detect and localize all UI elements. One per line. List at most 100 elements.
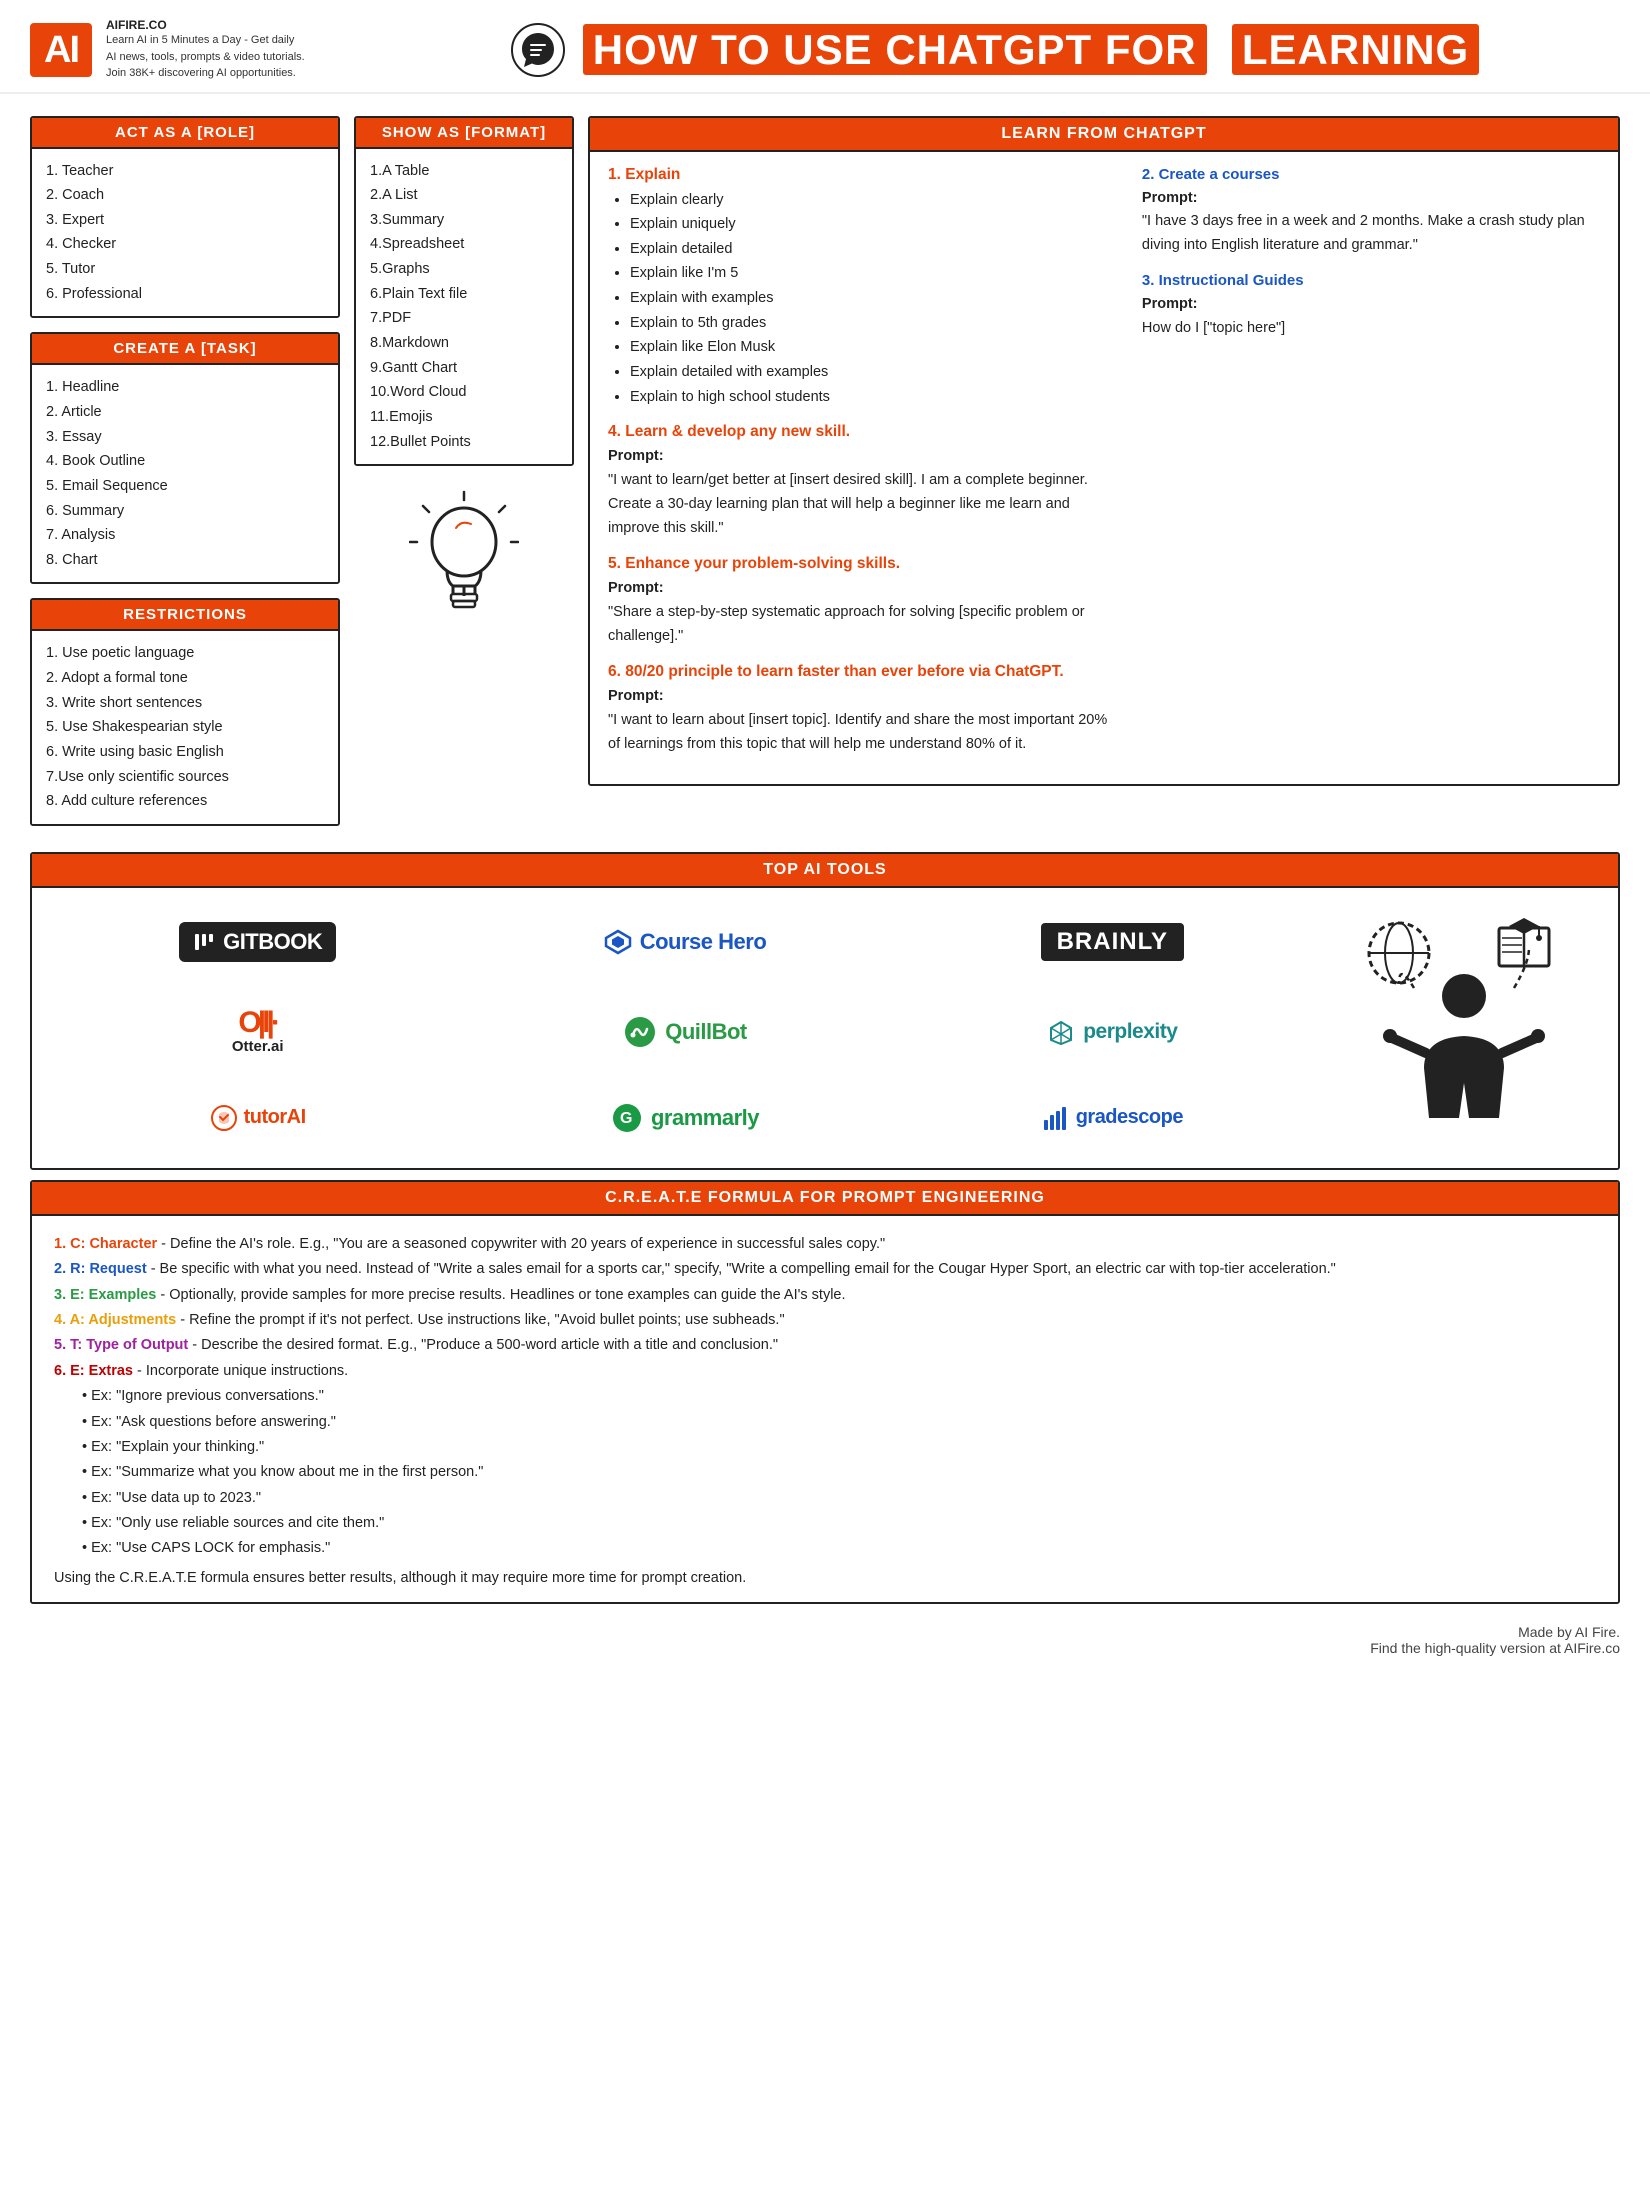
- explain-section: 1. Explain Explain clearly Explain uniqu…: [608, 166, 1112, 410]
- brainly-label: BRAINLY: [1057, 928, 1168, 955]
- extras-bullet-1: • Ex: "Ask questions before answering.": [54, 1410, 1596, 1435]
- formula-section: C.R.E.A.T.E FORMULA FOR PROMPT ENGINEERI…: [30, 1180, 1620, 1604]
- formula-key-r: 2. R: Request: [54, 1261, 147, 1277]
- perplexity-icon: [1047, 1018, 1075, 1046]
- page-header: AI AIFIRE.CO Learn AI in 5 Minutes a Day…: [0, 0, 1650, 94]
- brainly-logo: BRAINLY: [1041, 923, 1184, 961]
- list-item: 11.Emojis: [370, 405, 558, 430]
- gradescope-logo: gradescope: [1042, 1104, 1183, 1132]
- learn-skill-body: Prompt: "I want to learn/get better at […: [608, 445, 1112, 541]
- formula-key-ex: 6. E: Extras: [54, 1363, 133, 1379]
- list-item: 1. Use poetic language: [46, 641, 324, 666]
- extras-bullet-6: • Ex: "Use CAPS LOCK for emphasis.": [54, 1536, 1596, 1561]
- grammarly-logo: G grammarly: [611, 1102, 759, 1134]
- guides-body: Prompt: How do I ["topic here"]: [1142, 293, 1600, 341]
- formula-text-ex: - Incorporate unique instructions.: [133, 1363, 348, 1379]
- tool-gitbook: GITBOOK: [56, 922, 459, 962]
- learn-left: 1. Explain Explain clearly Explain uniqu…: [608, 166, 1112, 771]
- list-item: Explain like I'm 5: [630, 261, 1112, 286]
- list-item: 6. Summary: [46, 499, 324, 524]
- tool-perplexity: perplexity: [911, 1018, 1314, 1046]
- quillbot-logo: QuillBot: [623, 1015, 747, 1049]
- act-as-role-header: ACT AS A [ROLE]: [32, 118, 338, 149]
- formula-item-e: 3. E: Examples - Optionally, provide sam…: [54, 1283, 1596, 1308]
- header-logo-area: AI AIFIRE.CO Learn AI in 5 Minutes a Day…: [30, 18, 370, 82]
- create-task-content: 1. Headline 2. Article 3. Essay 4. Book …: [32, 365, 338, 582]
- tools-section: TOP AI TOOLS GITBOOK: [30, 852, 1620, 1170]
- list-item: Explain detailed with examples: [630, 360, 1112, 385]
- learning-figure: [1334, 908, 1594, 1148]
- formula-text-a: - Refine the prompt if it's not perfect.…: [176, 1312, 784, 1328]
- list-item: 4. Book Outline: [46, 449, 324, 474]
- list-item: 8.Markdown: [370, 331, 558, 356]
- tool-coursehero: Course Hero: [483, 928, 886, 956]
- courses-title: 2. Create a courses: [1142, 166, 1600, 183]
- list-item: 2. Coach: [46, 183, 324, 208]
- prompt-label: Prompt:: [608, 580, 664, 596]
- list-item: 8. Chart: [46, 548, 324, 573]
- list-item: Explain clearly: [630, 188, 1112, 213]
- list-item: 2. Article: [46, 400, 324, 425]
- formula-item-a: 4. A: Adjustments - Refine the prompt if…: [54, 1308, 1596, 1333]
- formula-key-c: 1. C: Character: [54, 1236, 157, 1252]
- pareto-section: 6. 80/20 principle to learn faster than …: [608, 663, 1112, 757]
- formula-header: C.R.E.A.T.E FORMULA FOR PROMPT ENGINEERI…: [32, 1182, 1618, 1216]
- list-item: Explain to 5th grades: [630, 311, 1112, 336]
- formula-key-e: 3. E: Examples: [54, 1287, 156, 1303]
- courses-section: 2. Create a courses Prompt: "I have 3 da…: [1142, 166, 1600, 259]
- tool-brainly: BRAINLY: [911, 923, 1314, 961]
- grammarly-icon: G: [611, 1102, 643, 1134]
- prompt-text: "I want to learn/get better at [insert d…: [608, 472, 1088, 536]
- restrictions-box: RESTRICTIONS 1. Use poetic language 2. A…: [30, 598, 340, 825]
- list-item: Explain like Elon Musk: [630, 335, 1112, 360]
- restrictions-header: RESTRICTIONS: [32, 600, 338, 631]
- tutorai-label: tutorAI: [244, 1106, 306, 1129]
- learn-skill-title: 4. Learn & develop any new skill.: [608, 423, 1112, 441]
- tool-grammarly: G grammarly: [483, 1102, 886, 1134]
- coursehero-logo: Course Hero: [604, 928, 767, 956]
- restrictions-content: 1. Use poetic language 2. Adopt a formal…: [32, 631, 338, 823]
- logo-ai: AI: [30, 23, 92, 77]
- footer: Made by AI Fire. Find the high-quality v…: [0, 1614, 1650, 1674]
- list-item: 10.Word Cloud: [370, 380, 558, 405]
- explain-title: 1. Explain: [608, 166, 1112, 184]
- gradescope-label: gradescope: [1076, 1106, 1183, 1129]
- gitbook-label: GITBOOK: [223, 929, 322, 955]
- header-title: HOW TO USE CHATGPT FOR LEARNING: [583, 26, 1479, 74]
- list-item: 7.PDF: [370, 306, 558, 331]
- header-title-area: HOW TO USE CHATGPT FOR LEARNING: [370, 23, 1620, 77]
- formula-item-t: 5. T: Type of Output - Describe the desi…: [54, 1333, 1596, 1358]
- list-item: 5.Graphs: [370, 257, 558, 282]
- tool-tutorai: tutorAI: [56, 1104, 459, 1132]
- prompt-label: Prompt:: [608, 448, 664, 464]
- list-item: 12.Bullet Points: [370, 430, 558, 455]
- act-as-role-box: ACT AS A [ROLE] 1. Teacher 2. Coach 3. E…: [30, 116, 340, 319]
- prompt-text: "I have 3 days free in a week and 2 mont…: [1142, 213, 1585, 253]
- header-highlight: LEARNING: [1232, 24, 1479, 75]
- svg-text:G: G: [620, 1110, 632, 1127]
- formula-text-c: - Define the AI's role. E.g., "You are a…: [157, 1236, 885, 1252]
- main-content: ACT AS A [ROLE] 1. Teacher 2. Coach 3. E…: [0, 94, 1650, 836]
- extras-bullet-3: • Ex: "Summarize what you know about me …: [54, 1460, 1596, 1485]
- gitbook-logo: GITBOOK: [179, 922, 336, 962]
- pareto-body: Prompt: "I want to learn about [insert t…: [608, 685, 1112, 757]
- otter-logo: O|l|· Otter.ai: [232, 1008, 284, 1055]
- otter-label: Otter.ai: [232, 1038, 284, 1055]
- extras-bullet-2: • Ex: "Explain your thinking.": [54, 1435, 1596, 1460]
- learn-box: LEARN FROM CHATGPT 1. Explain Explain cl…: [588, 116, 1620, 787]
- create-task-box: CREATE A [TASK] 1. Headline 2. Article 3…: [30, 332, 340, 584]
- formula-text-t: - Describe the desired format. E.g., "Pr…: [188, 1337, 778, 1353]
- create-task-header: CREATE A [TASK]: [32, 334, 338, 365]
- header-tagline: Learn AI in 5 Minutes a Day - Get daily …: [106, 32, 306, 82]
- list-item: 5. Tutor: [46, 257, 324, 282]
- courses-body: Prompt: "I have 3 days free in a week an…: [1142, 187, 1600, 259]
- tutorai-logo: tutorAI: [210, 1104, 306, 1132]
- middle-column: SHOW AS [FORMAT] 1.A Table 2.A List 3.Su…: [354, 116, 574, 826]
- list-item: 6. Write using basic English: [46, 740, 324, 765]
- act-as-role-content: 1. Teacher 2. Coach 3. Expert 4. Checker…: [32, 149, 338, 317]
- footer-line1: Made by AI Fire.: [30, 1624, 1620, 1640]
- tutorai-icon: [210, 1104, 238, 1132]
- list-item: 2. Adopt a formal tone: [46, 666, 324, 691]
- tool-otter: O|l|· Otter.ai: [56, 1008, 459, 1055]
- guides-section: 3. Instructional Guides Prompt: How do I…: [1142, 272, 1600, 341]
